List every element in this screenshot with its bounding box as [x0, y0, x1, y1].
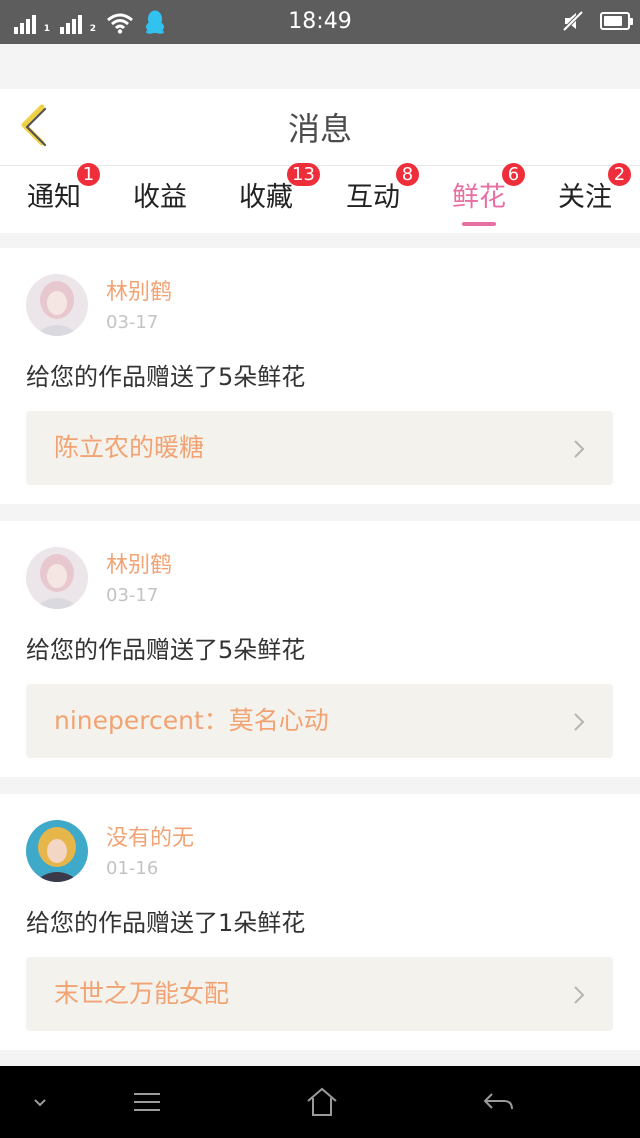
tab-interactions[interactable]: 互动 8: [333, 162, 420, 234]
unread-badge: 6: [501, 162, 526, 187]
tab-notifications[interactable]: 通知 1: [14, 162, 101, 234]
message-card: 没有的无 01-16 给您的作品赠送了1朵鲜花 末世之万能女配: [0, 794, 640, 1050]
battery-icon: [600, 12, 633, 30]
tab-flowers[interactable]: 鲜花 6: [439, 162, 526, 234]
mute-icon: [562, 10, 584, 32]
work-link[interactable]: 末世之万能女配: [26, 957, 613, 1031]
unread-badge: 1: [76, 162, 101, 187]
status-time: 18:49: [288, 9, 352, 34]
page-title: 消息: [287, 110, 352, 148]
chevron-right-icon: [574, 713, 585, 731]
work-title: 陈立农的暖糖: [54, 433, 205, 462]
back-arrow-icon[interactable]: [480, 1084, 516, 1120]
gift-message: 给您的作品赠送了1朵鲜花: [26, 909, 306, 937]
tab-favorites[interactable]: 收藏 13: [226, 162, 321, 234]
tab-following[interactable]: 关注 2: [545, 162, 632, 234]
unread-badge: 8: [395, 162, 420, 187]
sent-date: 01-16: [106, 858, 159, 879]
avatar[interactable]: [26, 274, 88, 336]
avatar[interactable]: [26, 547, 88, 609]
chevron-down-icon[interactable]: [22, 1084, 58, 1120]
gift-message: 给您的作品赠送了5朵鲜花: [26, 636, 306, 664]
work-title: 末世之万能女配: [54, 979, 230, 1008]
gift-message: 给您的作品赠送了5朵鲜花: [26, 363, 306, 391]
work-link[interactable]: ninepercent：莫名心动: [26, 684, 613, 758]
tab-label: 收益: [133, 182, 187, 213]
sender-name[interactable]: 林别鹤: [106, 551, 172, 581]
unread-badge: 13: [286, 162, 321, 187]
sent-date: 03-17: [106, 312, 159, 333]
menu-icon[interactable]: [129, 1084, 165, 1120]
chevron-right-icon: [574, 986, 585, 1004]
avatar[interactable]: [26, 820, 88, 882]
message-card: 林别鹤 03-17 给您的作品赠送了5朵鲜花 ninepercent：莫名心动: [0, 521, 640, 777]
header: 消息: [0, 89, 640, 165]
active-tab-indicator: [462, 222, 496, 226]
sent-date: 03-17: [106, 585, 159, 606]
battery-level: [604, 16, 622, 26]
sender-name[interactable]: 林别鹤: [106, 278, 172, 308]
home-icon[interactable]: [304, 1084, 340, 1120]
tab-earnings[interactable]: 收益: [120, 166, 200, 234]
work-title: ninepercent：莫名心动: [54, 706, 329, 735]
status-bar: 1 2 18:49: [0, 0, 640, 44]
tab-bar: 通知 1 收益 收藏 13 互动 8 鲜花 6 关注 2: [0, 162, 640, 234]
message-card: 林别鹤 03-17 给您的作品赠送了5朵鲜花 陈立农的暖糖: [0, 248, 640, 504]
chevron-right-icon: [574, 440, 585, 458]
unread-badge: 2: [607, 162, 632, 187]
work-link[interactable]: 陈立农的暖糖: [26, 411, 613, 485]
system-nav-bar: [0, 1066, 640, 1138]
sender-name[interactable]: 没有的无: [106, 824, 194, 854]
